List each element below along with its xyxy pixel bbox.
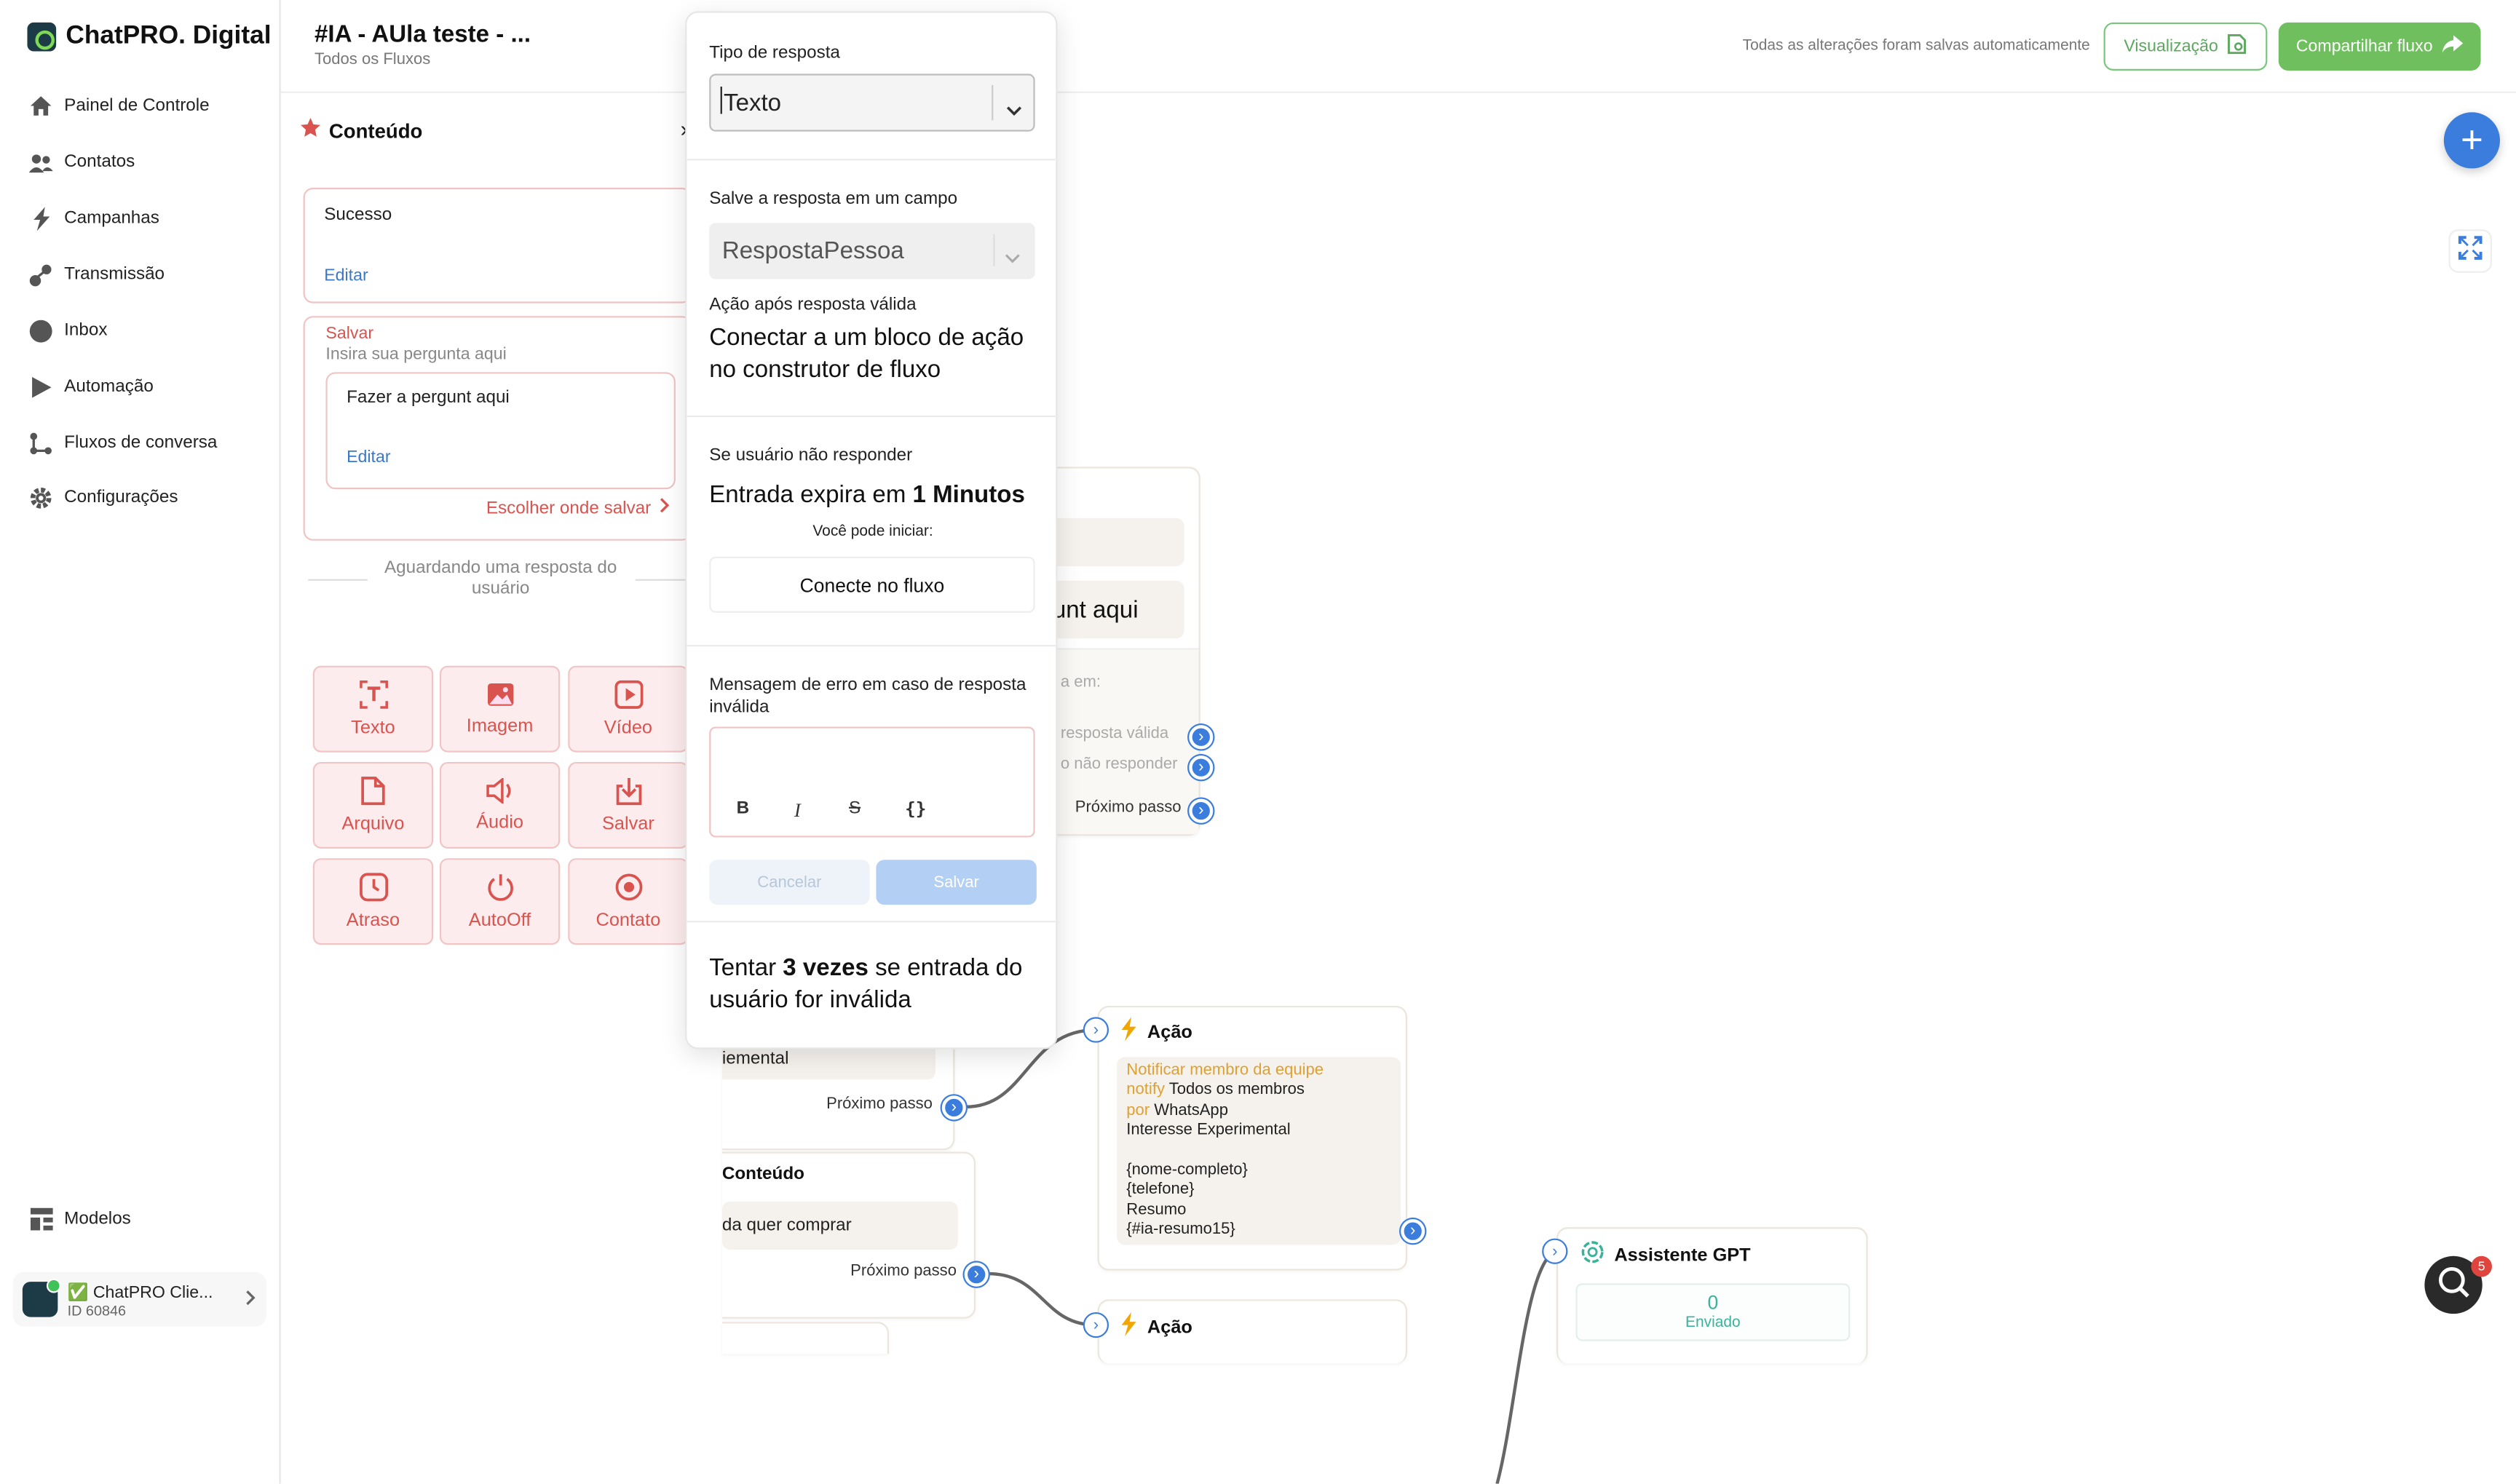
select-divider: [992, 84, 994, 121]
action-key: por: [1126, 1101, 1150, 1120]
connector-line: [1495, 1250, 1556, 1484]
response-type-select[interactable]: Texto: [709, 74, 1035, 132]
valid-action-label: Ação após resposta válida: [709, 295, 917, 315]
action-node[interactable]: Ação: [1097, 1299, 1407, 1364]
connector-port-noreply[interactable]: ›: [1189, 755, 1214, 780]
add-node-button[interactable]: +: [2443, 112, 2500, 169]
action-value: WhatsApp: [1154, 1101, 1228, 1120]
node-text: da quer comprar: [721, 1215, 852, 1236]
action-value: Todos os membros: [1168, 1082, 1305, 1100]
connector-port-in[interactable]: ›: [1083, 1017, 1109, 1043]
lightning-icon: [1120, 1312, 1137, 1344]
node-text: iemental: [721, 1049, 789, 1068]
partial-node[interactable]: [721, 1322, 890, 1354]
node-wait-text: a em:: [1060, 673, 1101, 691]
connector-port-out[interactable]: ›: [1401, 1219, 1425, 1244]
node-header: Ação: [1120, 1312, 1192, 1344]
fullscreen-button[interactable]: [2448, 229, 2492, 273]
connect-flow-button[interactable]: Conecte no fluxo: [709, 556, 1035, 613]
action-key: notify: [1126, 1082, 1165, 1100]
connect-flow-label: Conecte no fluxo: [799, 573, 945, 596]
save-button[interactable]: Salvar: [876, 860, 1037, 905]
expires-value[interactable]: 1 Minutos: [913, 481, 1025, 508]
save-field-label: Salve a resposta em um campo: [709, 189, 958, 209]
cancel-button[interactable]: Cancelar: [709, 860, 870, 905]
node-next-step: Próximo passo: [850, 1262, 957, 1280]
save-field-value: RespostaPessoa: [721, 237, 904, 265]
chevron-down-icon: [1005, 244, 1021, 271]
no-reply-section: Se usuário não responder Entrada expira …: [687, 417, 1059, 647]
no-reply-label: Se usuário não responder: [709, 445, 913, 466]
gpt-stats: 0 Enviado: [1575, 1283, 1851, 1341]
action-node[interactable]: Ação Notificar membro da equipe notify T…: [1097, 1005, 1407, 1271]
lightning-icon: [1120, 1017, 1137, 1049]
response-type-value: Texto: [724, 89, 782, 116]
node-title: Assistente GPT: [1614, 1246, 1751, 1266]
gpt-count: 0: [1707, 1291, 1719, 1314]
save-field-select[interactable]: RespostaPessoa: [709, 223, 1035, 279]
action-line: Interesse Experimental: [1126, 1122, 1291, 1140]
text-cursor: [720, 87, 722, 114]
strikethrough-button[interactable]: S: [849, 799, 861, 818]
node-header: Assistente GPT: [1581, 1240, 1751, 1272]
action-content: Notificar membro da equipe notify Todos …: [1117, 1057, 1401, 1245]
connector-port-next[interactable]: ›: [941, 1095, 966, 1120]
error-message-label: Mensagem de erro em caso de resposta inv…: [709, 675, 1026, 718]
gpt-assistant-node[interactable]: Assistente GPT 0 Enviado: [1556, 1227, 1868, 1364]
response-type-label: Tipo de resposta: [709, 43, 840, 63]
node-next-step: Próximo passo: [1075, 798, 1182, 817]
connector-port-next[interactable]: ›: [964, 1262, 989, 1287]
response-settings-popover: Tipo de resposta Texto Salve a resposta …: [685, 11, 1059, 1049]
retry-prefix: Tentar: [709, 954, 783, 982]
node-valid-text: resposta válida: [1060, 725, 1169, 743]
connector-port-in[interactable]: ›: [1083, 1312, 1109, 1338]
response-type-section: Tipo de resposta Texto: [687, 13, 1059, 161]
search-chat-icon: [2436, 1263, 2471, 1307]
italic-button[interactable]: I: [794, 799, 801, 823]
select-divider: [993, 234, 995, 266]
plus-icon: +: [2460, 118, 2483, 162]
variable-button[interactable]: {}: [905, 799, 926, 820]
action-line: {nome-completo}: [1126, 1161, 1248, 1180]
valid-action-text: Conectar a um bloco de ação no construto…: [709, 324, 1024, 384]
node-title: Ação: [1147, 1023, 1192, 1043]
connector-port-in[interactable]: ›: [1542, 1238, 1568, 1264]
action-line: {#ia-resumo15}: [1126, 1221, 1235, 1239]
notification-badge: 5: [2471, 1255, 2492, 1277]
error-message-section: Mensagem de erro em caso de resposta inv…: [687, 646, 1059, 923]
action-por-row: por WhatsApp: [1126, 1102, 1391, 1122]
cancel-label: Cancelar: [757, 873, 822, 892]
action-notify-row: notify Todos os membros: [1126, 1082, 1391, 1101]
connector-port-valid[interactable]: ›: [1189, 725, 1214, 750]
expand-icon: [2458, 235, 2483, 267]
openai-icon: [1581, 1240, 1605, 1272]
chevron-down-icon: [1006, 96, 1022, 123]
expires-prefix: Entrada expira em: [709, 481, 913, 509]
content-node[interactable]: Conteúdo da quer comprar Próximo passo: [721, 1151, 976, 1319]
connector-line: [988, 1271, 1096, 1327]
action-type: Notificar membro da equipe: [1126, 1062, 1324, 1080]
can-start-text: Você pode iniciar:: [812, 523, 933, 541]
node-title: Ação: [1147, 1318, 1192, 1338]
gpt-sent-label: Enviado: [1685, 1314, 1741, 1332]
action-line: {telefone}: [1126, 1181, 1195, 1199]
retry-value[interactable]: 3 vezes: [783, 954, 869, 981]
node-header: Ação: [1120, 1017, 1192, 1049]
bold-button[interactable]: B: [737, 799, 750, 818]
retry-text: Tentar 3 vezes se entrada do usuário for…: [709, 953, 1038, 1017]
save-label: Salvar: [933, 873, 979, 892]
connector-port-next[interactable]: ›: [1189, 798, 1214, 823]
node-noreply-text: o não responder: [1060, 755, 1178, 774]
valid-response-section: Salve a resposta em um campo RespostaPes…: [687, 160, 1059, 418]
node-next-step: Próximo passo: [826, 1095, 933, 1114]
action-line-blank: [1126, 1141, 1391, 1161]
action-line: Resumo: [1126, 1201, 1187, 1219]
node-title: Conteúdo: [721, 1164, 804, 1184]
error-message-editor[interactable]: B I S {}: [709, 726, 1035, 838]
expires-text: Entrada expira em 1 Minutos: [709, 480, 1025, 512]
